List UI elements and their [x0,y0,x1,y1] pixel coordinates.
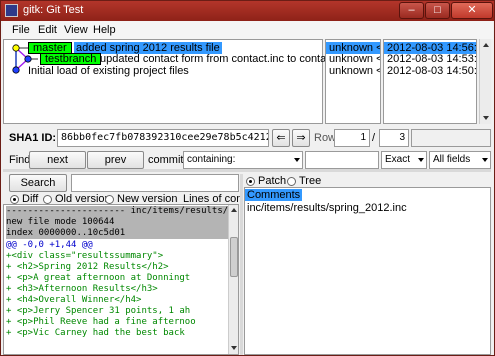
author-pane[interactable]: unknown <r unknown <r unknown <r [325,39,381,124]
minimize-button[interactable]: – [399,2,424,19]
diff-pane[interactable]: ---------------------- inc/items/results… [3,204,239,355]
commit-node-1 [24,55,32,63]
tree-radio-label: Tree [299,175,322,187]
commit-author-1[interactable]: unknown <r [329,53,380,65]
find-prev-button[interactable]: prev [87,151,144,169]
horizontal-sash[interactable] [3,169,491,172]
commit-label: commit [148,154,184,166]
search-input[interactable] [71,174,239,192]
gitk-window: gitk: Git Test – □ ✕ File Edit View Help… [0,0,495,356]
row-separator: / [372,132,376,144]
tree-radio[interactable] [287,177,296,186]
menu-file[interactable]: File [12,24,30,36]
comments-item[interactable]: Comments [245,189,303,201]
patch-radio[interactable] [246,177,255,186]
scroll-up-icon[interactable] [483,43,489,47]
find-fields-select[interactable]: All fields [429,151,491,169]
title-bar[interactable]: gitk: Git Test – □ ✕ [1,1,494,21]
diff-line: +<div class="resultssummary"> [6,251,164,261]
commit-node-2 [12,66,20,74]
close-button[interactable]: ✕ [451,2,493,19]
diff-line: + <p>Phil Reeve had a fine afternoo [6,317,196,327]
scroll-down-icon[interactable] [231,346,237,350]
find-mode-select[interactable]: containing: [183,151,303,169]
find-text-input[interactable] [305,151,379,169]
chevron-down-icon [294,158,300,162]
old-version-radio[interactable] [43,195,52,204]
diff-line: + <p>Jerry Spencer 31 points, 1 ah [6,306,191,316]
find-next-button[interactable]: next [29,151,86,169]
maximize-button[interactable]: □ [425,2,450,19]
commit-date-2[interactable]: 2012-08-03 14:50:41 [387,65,476,77]
file-item[interactable]: inc/items/results/spring_2012.inc [247,202,407,214]
diff-line: + <p>A great afternoon at Donningt [6,273,191,283]
row-extra-field [411,129,491,147]
vertical-sash[interactable] [240,174,243,355]
diff-line: + <h2>Spring 2012 Results</h2> [6,262,169,272]
back-button[interactable]: ⇐ [272,129,290,147]
menu-help[interactable]: Help [93,24,116,36]
menu-edit[interactable]: Edit [38,24,57,36]
find-fields-value: All fields [433,154,471,165]
branch-tag-testbranch[interactable]: testbranch [40,53,102,65]
diff-line: + <h4>Overall Winner</h4> [6,295,142,305]
patch-radio-label: Patch [258,175,287,187]
diff-scrollbar[interactable] [228,205,238,354]
arrow-right-icon: ⇒ [296,132,306,144]
row-total-field: 3 [379,129,409,147]
diff-line: + <h3>Afternoon Results</h3> [6,284,158,294]
commit-subject-2[interactable]: Initial load of existing project files [28,65,189,77]
match-type-select[interactable]: Exact [381,151,427,169]
date-pane[interactable]: 2012-08-03 14:56:47 2012-08-03 14:53:38 … [383,39,477,124]
search-button[interactable]: Search [9,174,67,192]
commit-graph-pane[interactable]: master added spring 2012 results file te… [3,39,356,124]
sha1-label: SHA1 ID: [9,132,57,144]
diff-line: new file mode 100644 [6,217,228,228]
menu-bar: File Edit View Help [3,21,493,39]
sha1-field[interactable]: 86bb0fec7fb078392310cee29e78b5c421258a0d [57,129,269,147]
commit-date-1[interactable]: 2012-08-03 14:53:38 [387,53,476,65]
scroll-up-icon[interactable] [231,208,237,212]
chevron-down-icon [482,158,488,162]
new-version-radio[interactable] [105,195,114,204]
scroll-down-icon[interactable] [483,116,489,120]
diff-line: + <p>Vic Carney had the best back [6,328,185,338]
diff-line: ---------------------- inc/items/results… [6,206,229,217]
commit-node-0 [12,44,20,52]
find-mode-value: containing: [187,154,236,165]
find-label: Find [9,154,31,166]
arrow-left-icon: ⇐ [276,132,286,144]
window-title: gitk: Git Test [23,4,84,16]
gitk-app-icon [5,4,18,17]
diff-line: index 0000000..10c5d01 [6,228,228,239]
file-list-pane[interactable]: Comments inc/items/results/spring_2012.i… [244,187,491,355]
diff-radio[interactable] [10,195,19,204]
diff-hunk-line: @@ -0,0 +1,44 @@ [6,240,93,250]
commit-author-2[interactable]: unknown <r [329,65,380,77]
row-current-field: 1 [334,129,370,147]
match-type-value: Exact [385,154,411,165]
forward-button[interactable]: ⇒ [292,129,310,147]
chevron-down-icon [418,158,424,162]
diff-scroll-thumb[interactable] [230,237,238,277]
commit-list-scrollbar[interactable] [479,39,491,124]
commit-subject-1[interactable]: updated contact form from contact.inc to… [100,53,356,65]
row-label: Row [314,132,337,144]
menu-view[interactable]: View [64,24,88,36]
